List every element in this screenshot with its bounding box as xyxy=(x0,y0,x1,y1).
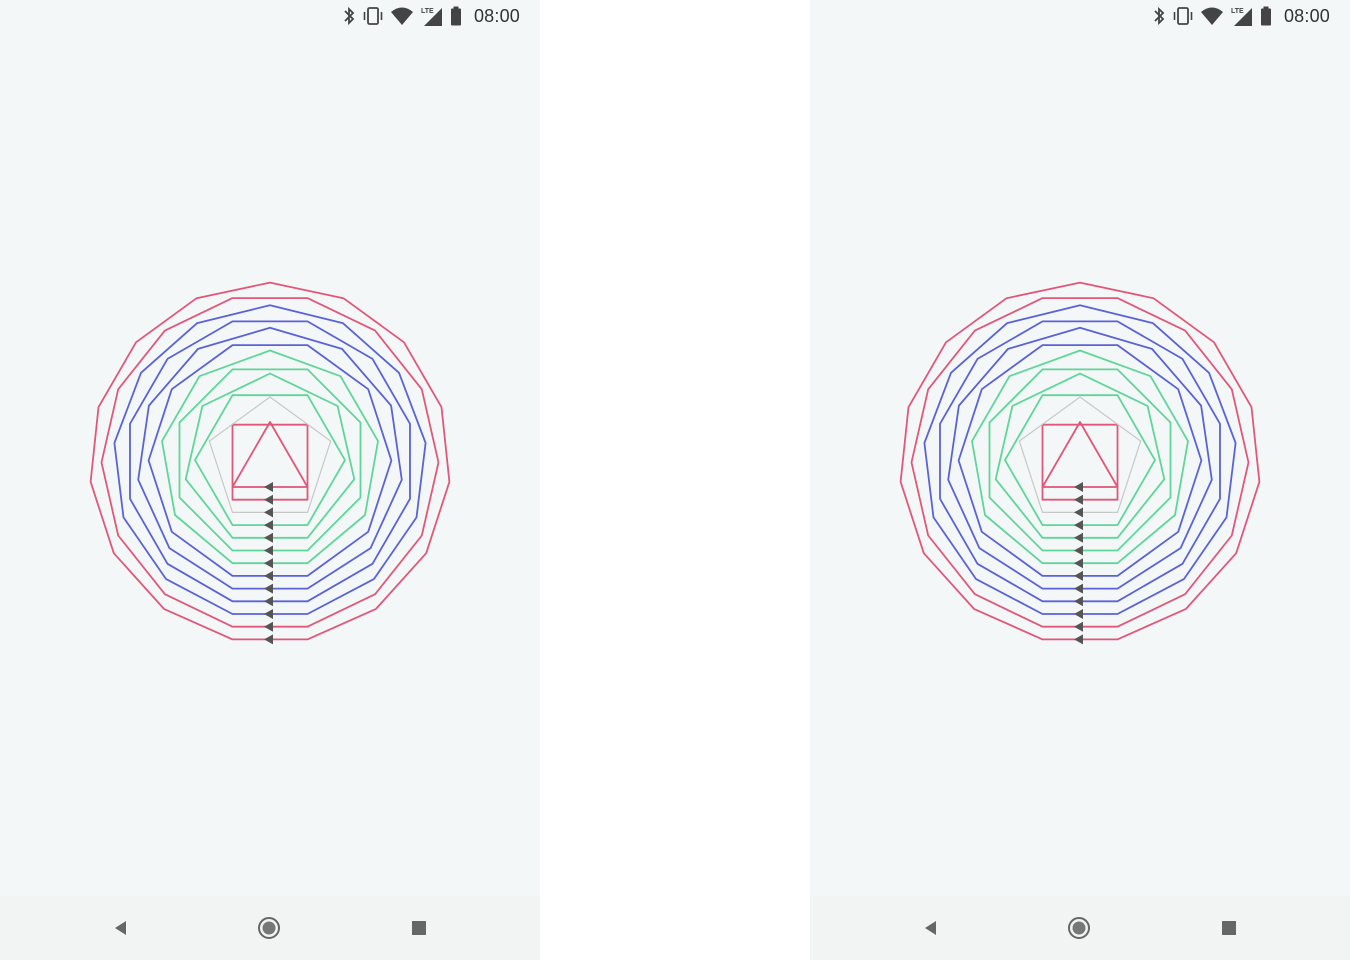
polygon-3-sides xyxy=(1041,421,1119,488)
bluetooth-icon xyxy=(1152,6,1166,26)
start-marker-icon xyxy=(264,634,273,645)
polygon-12-sides xyxy=(939,320,1221,603)
nested-polygon-pattern xyxy=(899,281,1261,645)
start-marker-icon xyxy=(1074,634,1083,645)
start-marker-icon xyxy=(1074,520,1083,531)
recents-icon xyxy=(412,921,426,935)
lte-signal-icon: LTE xyxy=(420,5,444,27)
start-marker-icon xyxy=(264,558,273,569)
polygon-6-sides xyxy=(194,394,346,527)
content-area xyxy=(810,32,1350,896)
page: LTE 08:00 LTE 08:00 xyxy=(0,0,1350,960)
lte-label: LTE xyxy=(421,8,434,15)
polygon-12-sides xyxy=(129,320,411,603)
start-marker-icon xyxy=(264,621,273,632)
recents-button[interactable] xyxy=(1189,896,1269,960)
polygon-9-sides xyxy=(971,349,1189,565)
separator-gap xyxy=(540,0,810,960)
back-button[interactable] xyxy=(81,896,161,960)
recents-icon xyxy=(1222,921,1236,935)
status-clock: 08:00 xyxy=(473,5,520,26)
polygon-13-sides xyxy=(113,304,427,615)
polygon-9-sides xyxy=(161,349,379,565)
home-button[interactable] xyxy=(1039,896,1119,960)
nested-polygon-pattern xyxy=(89,281,451,645)
polygon-10-sides xyxy=(957,344,1203,577)
phone-screen-left: LTE 08:00 xyxy=(0,0,540,960)
start-marker-icon xyxy=(264,583,273,594)
vibrate-icon xyxy=(362,6,384,26)
status-clock: 08:00 xyxy=(1283,5,1330,26)
navigation-bar xyxy=(0,896,540,960)
back-button[interactable] xyxy=(891,896,971,960)
start-marker-icon xyxy=(1074,621,1083,632)
start-marker-icon xyxy=(1074,558,1083,569)
phone-screen-right: LTE 08:00 xyxy=(810,0,1350,960)
start-marker-icon xyxy=(264,532,273,543)
status-icons: LTE 08:00 xyxy=(342,5,520,27)
start-marker-icon xyxy=(264,507,273,518)
start-marker-icon xyxy=(1074,494,1083,505)
navigation-bar xyxy=(810,896,1350,960)
status-bar: LTE 08:00 xyxy=(0,0,540,32)
recents-button[interactable] xyxy=(379,896,459,960)
content-area xyxy=(0,32,540,896)
start-marker-icon xyxy=(264,520,273,531)
status-bar: LTE 08:00 xyxy=(810,0,1350,32)
start-marker-icon xyxy=(1074,583,1083,594)
bluetooth-icon xyxy=(342,6,356,26)
start-marker-icon xyxy=(264,545,273,556)
start-marker-icon xyxy=(264,482,273,492)
lte-label: LTE xyxy=(1231,8,1244,15)
home-button[interactable] xyxy=(229,896,309,960)
back-icon xyxy=(115,921,126,935)
wifi-icon xyxy=(1200,6,1224,26)
start-marker-icon xyxy=(1074,570,1083,581)
vibrate-icon xyxy=(1172,6,1194,26)
back-icon xyxy=(925,921,936,935)
start-marker-icon xyxy=(264,596,273,607)
start-marker-icon xyxy=(1074,507,1083,518)
start-marker-icon xyxy=(1074,545,1083,556)
start-marker-icon xyxy=(1074,532,1083,543)
battery-icon xyxy=(1260,6,1272,26)
polygon-10-sides xyxy=(147,344,393,577)
start-marker-icon xyxy=(264,570,273,581)
home-icon xyxy=(258,917,280,939)
polygon-5-sides xyxy=(208,396,332,513)
polygon-5-sides xyxy=(1018,396,1142,513)
polygon-3-sides xyxy=(231,421,309,488)
wifi-icon xyxy=(390,6,414,26)
lte-signal-icon: LTE xyxy=(1230,5,1254,27)
battery-icon xyxy=(450,6,462,26)
home-icon xyxy=(1068,917,1090,939)
start-marker-icon xyxy=(1074,596,1083,607)
status-icons: LTE 08:00 xyxy=(1152,5,1330,27)
polygon-6-sides xyxy=(1004,394,1156,527)
start-marker-icon xyxy=(264,494,273,505)
start-marker-icon xyxy=(1074,482,1083,492)
start-marker-icon xyxy=(264,609,273,619)
start-marker-icon xyxy=(1074,609,1083,619)
polygon-13-sides xyxy=(923,304,1237,615)
